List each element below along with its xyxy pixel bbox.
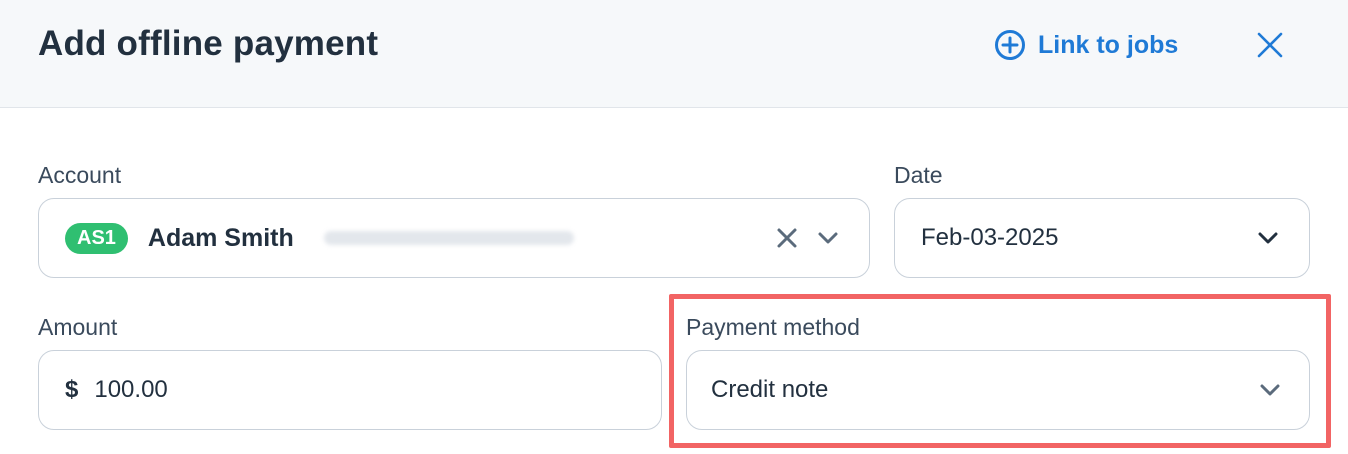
amount-input[interactable]: $ 100.00 bbox=[38, 350, 662, 430]
currency-symbol: $ bbox=[65, 376, 79, 403]
account-select[interactable]: AS1 Adam Smith bbox=[38, 198, 870, 278]
payment-method-value: Credit note bbox=[711, 376, 829, 403]
account-name: Adam Smith bbox=[147, 223, 294, 252]
chevron-down-icon[interactable] bbox=[817, 199, 839, 277]
close-button[interactable] bbox=[1252, 28, 1288, 62]
date-picker[interactable]: Feb-03-2025 bbox=[894, 198, 1310, 278]
link-to-jobs-button[interactable]: Link to jobs bbox=[994, 28, 1178, 62]
close-icon bbox=[1257, 32, 1283, 58]
chevron-down-icon[interactable] bbox=[1259, 351, 1281, 429]
dialog-header: Add offline payment Link to jobs bbox=[0, 0, 1348, 108]
clear-icon[interactable] bbox=[775, 199, 799, 277]
chevron-down-icon[interactable] bbox=[1257, 199, 1279, 277]
account-badge: AS1 bbox=[65, 222, 128, 254]
account-email-redacted bbox=[323, 231, 574, 245]
amount-label: Amount bbox=[38, 314, 118, 340]
plus-circle-icon bbox=[994, 29, 1026, 61]
account-label: Account bbox=[38, 162, 122, 188]
payment-method-label: Payment method bbox=[686, 314, 860, 340]
link-to-jobs-label: Link to jobs bbox=[1038, 30, 1179, 59]
payment-method-select[interactable]: Credit note bbox=[686, 350, 1310, 430]
dialog-title: Add offline payment bbox=[38, 24, 379, 63]
amount-value: 100.00 bbox=[94, 376, 168, 403]
date-label: Date bbox=[894, 162, 943, 188]
date-value: Feb-03-2025 bbox=[921, 224, 1059, 251]
